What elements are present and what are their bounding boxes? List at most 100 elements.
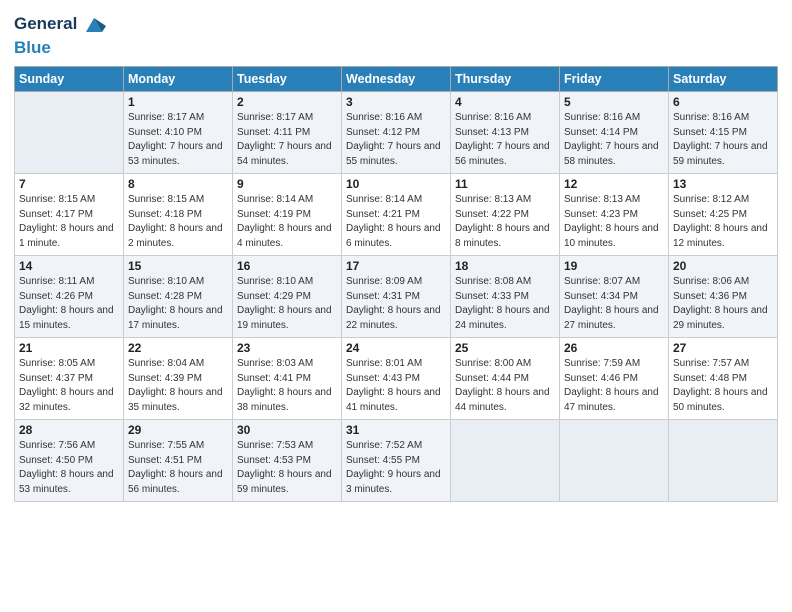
day-number: 23: [237, 341, 337, 355]
calendar-cell: 8 Sunrise: 8:15 AMSunset: 4:18 PMDaylight…: [124, 174, 233, 256]
cell-info: Sunrise: 8:03 AMSunset: 4:41 PMDaylight:…: [237, 357, 337, 415]
day-number: 18: [455, 259, 555, 273]
cell-info: Sunrise: 7:59 AMSunset: 4:46 PMDaylight:…: [564, 357, 664, 415]
cell-info: Sunrise: 8:10 AMSunset: 4:28 PMDaylight:…: [128, 275, 228, 333]
cell-info: Sunrise: 8:00 AMSunset: 4:44 PMDaylight:…: [455, 357, 555, 415]
calendar-week-row: 7 Sunrise: 8:15 AMSunset: 4:17 PMDaylight…: [15, 174, 778, 256]
day-number: 9: [237, 177, 337, 191]
calendar-cell: 29 Sunrise: 7:55 AMSunset: 4:51 PMDayligh…: [124, 420, 233, 502]
cell-info: Sunrise: 8:09 AMSunset: 4:31 PMDaylight:…: [346, 275, 446, 333]
col-header-tuesday: Tuesday: [233, 67, 342, 92]
cell-info: Sunrise: 8:12 AMSunset: 4:25 PMDaylight:…: [673, 193, 773, 251]
cell-info: Sunrise: 8:13 AMSunset: 4:23 PMDaylight:…: [564, 193, 664, 251]
day-number: 10: [346, 177, 446, 191]
cell-info: Sunrise: 8:07 AMSunset: 4:34 PMDaylight:…: [564, 275, 664, 333]
calendar-cell: 13 Sunrise: 8:12 AMSunset: 4:25 PMDayligh…: [669, 174, 778, 256]
cell-info: Sunrise: 8:15 AMSunset: 4:17 PMDaylight:…: [19, 193, 119, 251]
calendar-cell: 25 Sunrise: 8:00 AMSunset: 4:44 PMDayligh…: [451, 338, 560, 420]
day-number: 31: [346, 423, 446, 437]
logo-text-general: General: [14, 14, 77, 34]
cell-info: Sunrise: 8:16 AMSunset: 4:12 PMDaylight:…: [346, 111, 446, 169]
calendar-cell: 23 Sunrise: 8:03 AMSunset: 4:41 PMDayligh…: [233, 338, 342, 420]
day-number: 5: [564, 95, 664, 109]
cell-info: Sunrise: 7:53 AMSunset: 4:53 PMDaylight:…: [237, 439, 337, 497]
calendar-cell: 21Sunrise: 8:05 AMSunset: 4:37 PMDayligh…: [15, 338, 124, 420]
calendar-cell: 3 Sunrise: 8:16 AMSunset: 4:12 PMDaylight…: [342, 92, 451, 174]
cell-info: Sunrise: 8:14 AMSunset: 4:19 PMDaylight:…: [237, 193, 337, 251]
cell-info: Sunrise: 8:01 AMSunset: 4:43 PMDaylight:…: [346, 357, 446, 415]
day-number: 30: [237, 423, 337, 437]
calendar-cell: 20 Sunrise: 8:06 AMSunset: 4:36 PMDayligh…: [669, 256, 778, 338]
day-number: 28: [19, 423, 119, 437]
calendar-week-row: 28 Sunrise: 7:56 AMSunset: 4:50 PMDayligh…: [15, 420, 778, 502]
calendar-cell: 12 Sunrise: 8:13 AMSunset: 4:23 PMDayligh…: [560, 174, 669, 256]
calendar-cell: 16Sunrise: 8:10 AMSunset: 4:29 PMDayligh…: [233, 256, 342, 338]
cell-info: Sunrise: 7:57 AMSunset: 4:48 PMDaylight:…: [673, 357, 773, 415]
day-number: 15: [128, 259, 228, 273]
day-number: 6: [673, 95, 773, 109]
day-number: 3: [346, 95, 446, 109]
cell-info: Sunrise: 7:55 AMSunset: 4:51 PMDaylight:…: [128, 439, 228, 497]
day-number: 13: [673, 177, 773, 191]
day-number: 11: [455, 177, 555, 191]
calendar-cell: 18 Sunrise: 8:08 AMSunset: 4:33 PMDayligh…: [451, 256, 560, 338]
cell-info: Sunrise: 8:16 AMSunset: 4:13 PMDaylight:…: [455, 111, 555, 169]
calendar-cell: [15, 92, 124, 174]
logo: General Blue: [14, 10, 108, 58]
day-number: 7: [19, 177, 119, 191]
cell-info: Sunrise: 8:04 AMSunset: 4:39 PMDaylight:…: [128, 357, 228, 415]
col-header-friday: Friday: [560, 67, 669, 92]
cell-info: Sunrise: 8:06 AMSunset: 4:36 PMDaylight:…: [673, 275, 773, 333]
calendar-cell: 28 Sunrise: 7:56 AMSunset: 4:50 PMDayligh…: [15, 420, 124, 502]
day-number: 27: [673, 341, 773, 355]
day-number: 8: [128, 177, 228, 191]
col-header-monday: Monday: [124, 67, 233, 92]
calendar-cell: 17 Sunrise: 8:09 AMSunset: 4:31 PMDayligh…: [342, 256, 451, 338]
cell-info: Sunrise: 8:10 AMSunset: 4:29 PMDaylight:…: [237, 275, 337, 333]
day-number: 26: [564, 341, 664, 355]
cell-info: Sunrise: 7:52 AMSunset: 4:55 PMDaylight:…: [346, 439, 446, 497]
calendar-cell: 6 Sunrise: 8:16 AMSunset: 4:15 PMDaylight…: [669, 92, 778, 174]
day-number: 12: [564, 177, 664, 191]
calendar-cell: 9 Sunrise: 8:14 AMSunset: 4:19 PMDaylight…: [233, 174, 342, 256]
calendar-cell: 5 Sunrise: 8:16 AMSunset: 4:14 PMDaylight…: [560, 92, 669, 174]
page-header: General Blue: [14, 10, 778, 58]
cell-info: Sunrise: 8:17 AMSunset: 4:10 PMDaylight:…: [128, 111, 228, 169]
cell-info: Sunrise: 8:16 AMSunset: 4:15 PMDaylight:…: [673, 111, 773, 169]
calendar-week-row: 1 Sunrise: 8:17 AMSunset: 4:10 PMDaylight…: [15, 92, 778, 174]
calendar-cell: 26 Sunrise: 7:59 AMSunset: 4:46 PMDayligh…: [560, 338, 669, 420]
cell-info: Sunrise: 7:56 AMSunset: 4:50 PMDaylight:…: [19, 439, 119, 497]
day-number: 20: [673, 259, 773, 273]
calendar-cell: 19 Sunrise: 8:07 AMSunset: 4:34 PMDayligh…: [560, 256, 669, 338]
calendar-cell: [560, 420, 669, 502]
col-header-thursday: Thursday: [451, 67, 560, 92]
calendar-table: SundayMondayTuesdayWednesdayThursdayFrid…: [14, 66, 778, 502]
calendar-cell: 2 Sunrise: 8:17 AMSunset: 4:11 PMDaylight…: [233, 92, 342, 174]
calendar-week-row: 14Sunrise: 8:11 AMSunset: 4:26 PMDayligh…: [15, 256, 778, 338]
col-header-sunday: Sunday: [15, 67, 124, 92]
cell-info: Sunrise: 8:08 AMSunset: 4:33 PMDaylight:…: [455, 275, 555, 333]
cell-info: Sunrise: 8:15 AMSunset: 4:18 PMDaylight:…: [128, 193, 228, 251]
calendar-cell: [451, 420, 560, 502]
calendar-cell: 11Sunrise: 8:13 AMSunset: 4:22 PMDayligh…: [451, 174, 560, 256]
day-number: 17: [346, 259, 446, 273]
calendar-cell: 7 Sunrise: 8:15 AMSunset: 4:17 PMDaylight…: [15, 174, 124, 256]
calendar-cell: 27 Sunrise: 7:57 AMSunset: 4:48 PMDayligh…: [669, 338, 778, 420]
cell-info: Sunrise: 8:17 AMSunset: 4:11 PMDaylight:…: [237, 111, 337, 169]
day-number: 24: [346, 341, 446, 355]
cell-info: Sunrise: 8:11 AMSunset: 4:26 PMDaylight:…: [19, 275, 119, 333]
calendar-week-row: 21Sunrise: 8:05 AMSunset: 4:37 PMDayligh…: [15, 338, 778, 420]
calendar-cell: 15 Sunrise: 8:10 AMSunset: 4:28 PMDayligh…: [124, 256, 233, 338]
day-number: 19: [564, 259, 664, 273]
day-number: 25: [455, 341, 555, 355]
calendar-cell: 30 Sunrise: 7:53 AMSunset: 4:53 PMDayligh…: [233, 420, 342, 502]
col-header-saturday: Saturday: [669, 67, 778, 92]
cell-info: Sunrise: 8:16 AMSunset: 4:14 PMDaylight:…: [564, 111, 664, 169]
calendar-cell: 14Sunrise: 8:11 AMSunset: 4:26 PMDayligh…: [15, 256, 124, 338]
calendar-cell: 10Sunrise: 8:14 AMSunset: 4:21 PMDayligh…: [342, 174, 451, 256]
calendar-cell: [669, 420, 778, 502]
day-number: 1: [128, 95, 228, 109]
cell-info: Sunrise: 8:05 AMSunset: 4:37 PMDaylight:…: [19, 357, 119, 415]
day-number: 29: [128, 423, 228, 437]
day-number: 2: [237, 95, 337, 109]
